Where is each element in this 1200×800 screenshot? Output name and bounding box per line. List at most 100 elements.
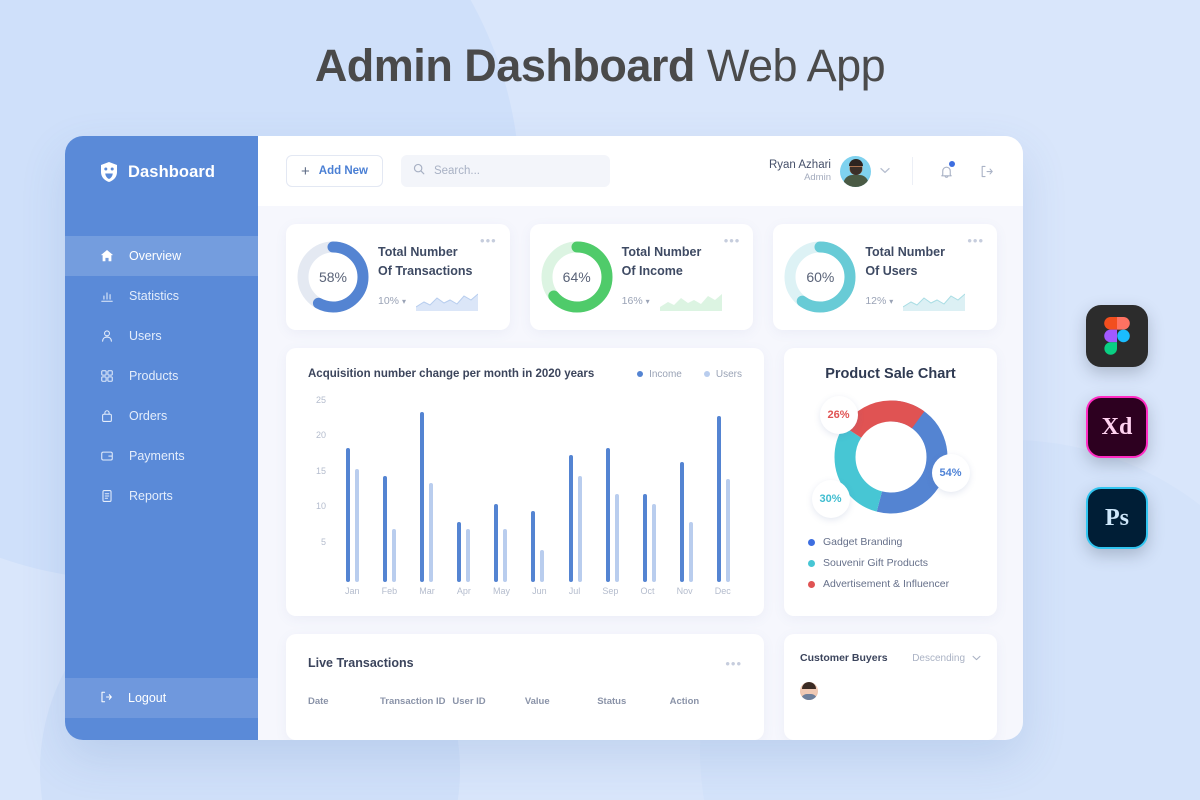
- live-transactions-title: Live Transactions: [308, 656, 414, 670]
- notification-badge: [949, 161, 955, 167]
- topbar-logout-button[interactable]: [975, 160, 997, 182]
- bag-icon: [99, 409, 114, 424]
- chevron-down-icon: [972, 653, 981, 664]
- sidebar-item-users[interactable]: Users: [65, 316, 258, 356]
- donut-income: 64%: [538, 238, 616, 316]
- bottom-row: Live Transactions ••• Date Transaction ID…: [286, 634, 997, 740]
- sidebar-item-overview[interactable]: Overview: [65, 236, 258, 276]
- stat-footer: 10% ▾: [378, 291, 478, 311]
- y-axis-tick: 15: [315, 465, 326, 476]
- x-axis-tick: Apr: [456, 586, 471, 596]
- more-dots-icon[interactable]: •••: [480, 234, 497, 247]
- x-axis-tick: Jan: [345, 586, 360, 596]
- x-axis-tick: Dec: [714, 586, 731, 596]
- sidebar-item-orders[interactable]: Orders: [65, 396, 258, 436]
- acquisition-bar-chart-card: Acquisition number change per month in 2…: [286, 348, 764, 616]
- user-role: Admin: [804, 172, 831, 184]
- stat-title-line1: Total Number: [865, 245, 945, 260]
- add-new-button[interactable]: + Add New: [286, 155, 383, 187]
- brand[interactable]: Dashboard: [65, 136, 258, 208]
- bar-group: [383, 398, 397, 582]
- table-column-header: Date: [308, 696, 329, 707]
- table-column-header: Action: [669, 696, 700, 707]
- bar-users: [725, 479, 730, 582]
- legend-dot: [637, 371, 644, 377]
- y-axis-tick: 5: [320, 536, 326, 547]
- bar-income: [531, 511, 536, 582]
- pie-legend-item-advertisement: Advertisement & Influencer: [808, 578, 949, 590]
- bar-group: [679, 398, 693, 582]
- sidebar-item-label: Statistics: [129, 289, 180, 303]
- bar-income: [457, 521, 462, 582]
- product-sale-chart-card: Product Sale Chart 26% 54% 30% Gadget Br…: [784, 348, 997, 616]
- bar-group: [716, 398, 730, 582]
- stat-cards-row: ••• 58% Total Number Of Transactions 10%…: [286, 224, 998, 330]
- logout-icon: [99, 690, 113, 707]
- x-axis-tick: Sep: [602, 586, 619, 596]
- sidebar-item-reports[interactable]: Reports: [65, 476, 258, 516]
- bar-users: [503, 528, 508, 582]
- bar-users: [355, 468, 360, 582]
- bar-group: [494, 398, 508, 582]
- sort-order-dropdown[interactable]: Descending: [912, 653, 981, 664]
- user-menu[interactable]: Ryan Azhari Admin: [768, 155, 890, 187]
- app-badges: Xd Ps: [1086, 305, 1148, 578]
- buyer-list-item[interactable]: [800, 682, 981, 700]
- bar-chart-plot-area: 5 10 15 20 25 Jan Feb Mar Apr May Jun Jul Sep Oct Nov…: [308, 396, 742, 604]
- bar-chart-bars: [334, 398, 742, 582]
- sidebar-logout[interactable]: Logout: [65, 678, 258, 718]
- page-title-bold: Admin Dashboard: [314, 40, 696, 91]
- sidebar-item-payments[interactable]: Payments: [65, 436, 258, 476]
- legend-item-income: Income: [637, 369, 682, 380]
- bar-income: [716, 415, 721, 582]
- bar-income: [679, 461, 684, 582]
- bar-group: [568, 398, 582, 582]
- bar-income: [605, 447, 610, 582]
- user-name: Ryan Azhari: [768, 158, 831, 171]
- more-dots-icon[interactable]: •••: [967, 234, 984, 247]
- search-box[interactable]: [400, 155, 610, 187]
- main-area: + Add New Ryan Azhari Admin: [258, 136, 1023, 740]
- sidebar-item-products[interactable]: Products: [65, 356, 258, 396]
- legend-dot: [808, 580, 815, 588]
- pie-chart-title: Product Sale Chart: [825, 366, 956, 382]
- adobe-xd-icon: Xd: [1086, 396, 1148, 458]
- more-dots-icon[interactable]: •••: [725, 657, 742, 670]
- brand-label: Dashboard: [128, 162, 216, 181]
- stat-delta: 12% ▾: [865, 294, 894, 307]
- sidebar: Dashboard Overview Statistics Users Prod…: [65, 136, 258, 740]
- chevron-down-icon[interactable]: [880, 166, 890, 177]
- sidebar-logout-label: Logout: [128, 691, 167, 705]
- sort-order-value: Descending: [912, 652, 965, 664]
- pie-bubble-gadget: 54%: [931, 454, 970, 492]
- stat-card-income: ••• 64% Total Number Of Income 16% ▾: [529, 224, 754, 330]
- sidebar-item-statistics[interactable]: Statistics: [65, 276, 258, 316]
- photoshop-label: Ps: [1105, 504, 1129, 531]
- stat-title-line2: Of Transactions: [378, 263, 473, 278]
- bar-income: [568, 454, 573, 582]
- bar-users: [466, 528, 471, 582]
- stat-text: Total Number Of Transactions 10% ▾: [378, 243, 478, 311]
- more-dots-icon[interactable]: •••: [724, 234, 741, 247]
- avatar: [840, 155, 871, 187]
- bar-income: [383, 475, 388, 582]
- table-column-header: Status: [597, 696, 627, 707]
- x-axis-tick: Nov: [676, 586, 693, 596]
- app-window: Dashboard Overview Statistics Users Prod…: [65, 136, 1023, 740]
- stat-title-line2: Of Users: [865, 263, 918, 278]
- figma-icon: [1086, 305, 1148, 367]
- search-input[interactable]: [433, 165, 598, 177]
- bar-income: [642, 493, 647, 582]
- pie-legend-item-gadget: Gadget Branding: [808, 536, 949, 548]
- bar-group: [346, 398, 360, 582]
- x-axis-tick: May: [493, 586, 511, 596]
- bar-group: [605, 398, 619, 582]
- sidebar-item-label: Reports: [129, 489, 173, 503]
- home-icon: [99, 249, 114, 264]
- sidebar-item-label: Products: [129, 369, 179, 383]
- bar-income: [494, 504, 499, 582]
- legend-dot: [703, 371, 710, 377]
- legend-label: Souvenir Gift Products: [823, 557, 929, 569]
- wallet-icon: [99, 449, 114, 464]
- notifications-button[interactable]: [935, 160, 957, 182]
